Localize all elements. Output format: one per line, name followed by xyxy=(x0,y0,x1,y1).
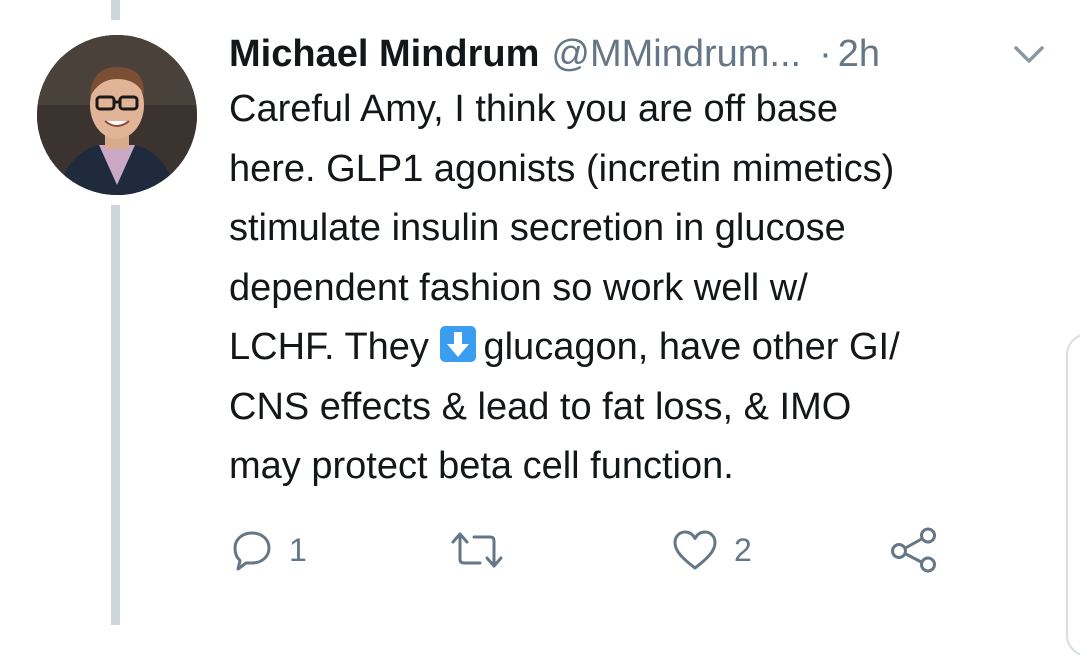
tweet-text-line: stimulate insulin secretion in glucose xyxy=(229,207,846,249)
tweet-text-segment: glucagon, have other GI/ xyxy=(483,326,900,368)
avatar-photo xyxy=(37,35,197,195)
like-count: 2 xyxy=(734,531,752,568)
reply-count: 1 xyxy=(289,531,307,568)
separator-dot: · xyxy=(819,33,832,75)
heart-icon xyxy=(673,530,717,570)
tweet-text: Careful Amy, I think you are off base he… xyxy=(229,80,1049,497)
thread-line-top xyxy=(111,0,120,20)
tweet-time[interactable]: 2h xyxy=(838,32,880,76)
tweet-actions: 1 2 xyxy=(0,520,1080,580)
tweet-text-segment: LCHF. They xyxy=(229,326,440,368)
tweet-text-line: may protect beta cell function. xyxy=(229,445,734,487)
tweet-text-line: here. GLP1 agonists (incretin mimetics) xyxy=(229,147,895,190)
avatar[interactable] xyxy=(37,35,197,195)
tweet-text-line: LCHF. They glucagon, have other GI/ xyxy=(229,318,1049,378)
tweet-text-line: dependent fashion so work well w/ xyxy=(229,266,808,309)
tweet-text-line: CNS effects & lead to fat loss, & IMO xyxy=(229,385,852,428)
author-handle[interactable]: @MMindrum... xyxy=(551,32,801,76)
share-icon xyxy=(891,527,936,573)
reply-icon xyxy=(233,531,271,571)
share-button[interactable] xyxy=(889,527,939,573)
reply-button[interactable]: 1 xyxy=(231,528,307,572)
tweet-header: Michael Mindrum @MMindrum... · 2h xyxy=(229,32,880,76)
tweet-text-line: Careful Amy, I think you are off base xyxy=(229,88,839,130)
chevron-down-icon[interactable] xyxy=(1012,42,1046,66)
like-button[interactable]: 2 xyxy=(672,528,752,572)
adjacent-card-edge xyxy=(1066,333,1080,657)
retweet-icon xyxy=(451,532,503,568)
retweet-button[interactable] xyxy=(450,528,520,572)
author-name[interactable]: Michael Mindrum xyxy=(229,32,539,76)
down-arrow-emoji-icon xyxy=(439,322,477,362)
